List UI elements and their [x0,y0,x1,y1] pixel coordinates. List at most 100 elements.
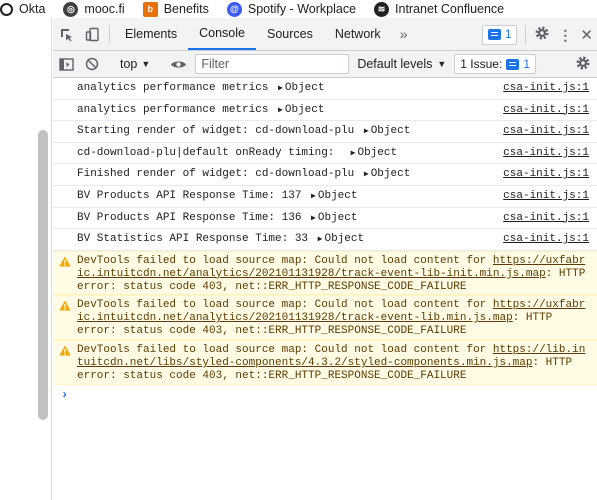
issues-label: 1 Issue: [460,57,503,71]
expand-triangle-icon[interactable]: ▶ [311,214,316,223]
bookmark-confluence[interactable]: ≋ Intranet Confluence [374,1,505,17]
inspect-element-icon[interactable] [53,18,79,50]
spotify-icon: ≋ [374,1,390,17]
warning-text: DevTools failed to load source map: Coul… [77,254,493,267]
close-devtools-icon[interactable]: ✕ [580,26,593,44]
devtools-panel: Elements Console Sources Network » 1 ⋮ ✕… [53,18,597,500]
page-scrollbar[interactable] [38,130,48,420]
context-selector[interactable]: top ▼ [114,57,156,71]
console-log-row: Starting render of widget: cd-download-p… [53,121,597,143]
bookmark-label: Okta [19,2,46,16]
console-warning-row: DevTools failed to load source map: Coul… [53,250,597,296]
bookmark-okta[interactable]: Okta [0,2,45,16]
log-text: BV Statistics API Response Time: 33 [77,233,315,246]
console-messages: analytics performance metrics ▶ Object cs… [53,78,597,407]
console-prompt-input[interactable]: › [53,385,597,407]
console-log-row: Finished render of widget: cd-download-p… [53,164,597,186]
tab-network[interactable]: Network [324,18,392,50]
console-warning-row: DevTools failed to load source map: Coul… [53,340,597,385]
expand-triangle-icon[interactable]: ▶ [311,192,316,201]
warning-text: DevTools failed to load source map: Coul… [77,299,493,312]
log-levels-dropdown[interactable]: Default levels ▼ [357,57,446,71]
benefits-icon: b [142,1,158,17]
page-content-strip [0,18,52,500]
bookmark-label: Benefits [163,2,209,16]
source-link[interactable]: csa-init.js:1 [503,233,589,246]
log-object[interactable]: Object [285,104,325,116]
settings-gear-icon[interactable] [534,25,550,44]
context-label: top [120,57,138,71]
live-expression-eye-icon[interactable] [165,59,191,70]
log-text: analytics performance metrics [77,103,276,116]
log-object[interactable]: Object [371,125,411,137]
console-log-row: analytics performance metrics ▶ Object cs… [53,78,597,100]
console-log-row: analytics performance metrics ▶ Object cs… [53,100,597,122]
expand-triangle-icon[interactable]: ▶ [278,106,283,115]
log-object[interactable]: Object [357,147,397,159]
log-text: analytics performance metrics [77,82,276,94]
expand-triangle-icon[interactable]: ▶ [364,170,369,179]
issues-count: 1 [523,57,530,71]
workplace-icon: @ [226,1,242,17]
source-link[interactable]: csa-init.js:1 [503,147,589,160]
expand-triangle-icon[interactable]: ▶ [278,84,283,93]
bookmark-mooc[interactable]: ◎ mooc.fi [63,1,125,17]
devtools-tabbar: Elements Console Sources Network » 1 ⋮ ✕ [53,18,597,51]
clear-console-icon[interactable] [79,57,105,71]
message-icon [506,58,520,70]
source-link[interactable]: csa-init.js:1 [503,82,589,95]
expand-triangle-icon[interactable]: ▶ [318,235,323,244]
source-link[interactable]: csa-init.js:1 [503,104,589,117]
log-object[interactable]: Object [318,190,358,202]
expand-triangle-icon[interactable]: ▶ [364,127,369,136]
tab-console[interactable]: Console [188,18,256,50]
log-object[interactable]: Object [324,233,364,245]
log-text: Finished render of widget: cd-download-p… [77,168,361,181]
tab-elements[interactable]: Elements [114,18,188,50]
issues-badge-button[interactable]: 1 [482,24,518,45]
source-link[interactable]: csa-init.js:1 [503,212,589,225]
console-warning-row: DevTools failed to load source map: Coul… [53,295,597,341]
bookmark-label: mooc.fi [84,2,125,16]
warning-icon [59,256,71,267]
warning-text: DevTools failed to load source map: Coul… [77,344,493,357]
log-text: cd-download-plu|default onReady timing: [77,146,348,159]
bookmark-benefits[interactable]: b Benefits [142,1,209,17]
tabbar-right: 1 ⋮ ✕ [482,18,593,51]
issues-button[interactable]: 1 Issue: 1 [454,54,536,74]
warning-icon [59,345,71,356]
okta-icon [0,2,13,16]
dropdown-arrow-icon: ▼ [437,59,447,69]
bookmark-workplace[interactable]: @ Spotify - Workplace [226,1,357,17]
toolbar-divider [525,25,527,44]
source-link[interactable]: csa-init.js:1 [503,190,589,203]
console-settings-gear-icon[interactable] [575,55,591,74]
device-toolbar-icon[interactable] [79,18,105,50]
log-object[interactable]: Object [371,168,411,180]
bookmarks-bar: Okta ◎ mooc.fi b Benefits @ Spotify - Wo… [0,0,597,18]
source-link[interactable]: csa-init.js:1 [503,125,589,138]
tab-sources[interactable]: Sources [256,18,324,50]
warning-icon [59,300,71,311]
log-text: Starting render of widget: cd-download-p… [77,125,361,138]
source-link[interactable]: csa-init.js:1 [503,168,589,181]
console-log-row: cd-download-plu|default onReady timing: … [53,143,597,165]
sidebar-toggle-icon[interactable] [53,57,79,71]
bookmark-label: Spotify - Workplace [247,2,357,16]
bookmark-label: Intranet Confluence [395,2,505,16]
log-text: BV Products API Response Time: 136 [77,211,309,224]
console-log-row: BV Products API Response Time: 137 ▶ Obje… [53,186,597,208]
message-icon [488,29,502,40]
globe-icon: ◎ [63,1,79,17]
expand-triangle-icon[interactable]: ▶ [351,149,356,158]
console-log-row: BV Products API Response Time: 136 ▶ Obje… [53,208,597,230]
more-options-icon[interactable]: ⋮ [558,28,572,42]
more-tabs-button[interactable]: » [392,18,416,50]
log-text: BV Products API Response Time: 137 [77,189,309,202]
console-toolbar: top ▼ Default levels ▼ 1 Issue: 1 [53,51,597,78]
toolbar-divider [109,25,110,43]
console-log-row: BV Statistics API Response Time: 33 ▶ Obj… [53,229,597,251]
log-object[interactable]: Object [285,82,325,94]
filter-input[interactable] [195,54,350,74]
log-object[interactable]: Object [318,212,358,224]
